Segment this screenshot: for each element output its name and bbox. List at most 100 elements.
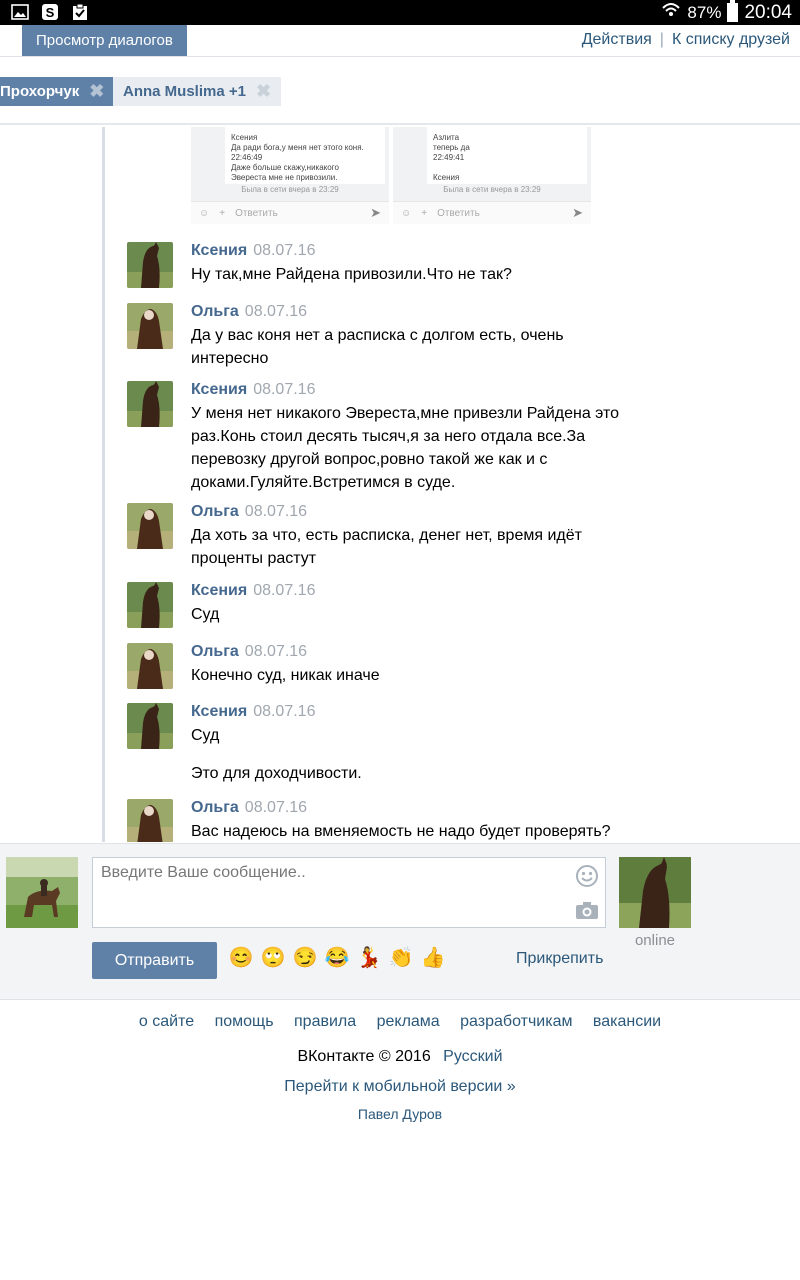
- dialog-tab-anna-muslima[interactable]: Anna Muslima +1 ✖: [113, 77, 282, 106]
- camera-icon[interactable]: [575, 900, 599, 920]
- message-author[interactable]: Ксения 08.07.16: [191, 242, 315, 260]
- message-input[interactable]: Введите Ваше сообщение..: [92, 857, 606, 928]
- actions-link[interactable]: Действия: [582, 31, 652, 49]
- screenshot-author: Азлита: [433, 133, 460, 142]
- screenshot-line: теперь да: [433, 143, 470, 152]
- message-author[interactable]: Ольга 08.07.16: [191, 303, 307, 321]
- message-text: Ну так,мне Райдена привозили.Что не так?: [191, 266, 512, 283]
- battery-percent: 87%: [687, 2, 722, 22]
- screenshot-author: Ксения: [231, 133, 258, 142]
- message-history[interactable]: Ксения Да ради бога,у меня нет этого кон…: [0, 127, 800, 842]
- screenshot-line: Даже больше скажу,никакого: [231, 163, 339, 172]
- peer-avatar[interactable]: [619, 857, 691, 928]
- smirk-emoji-icon[interactable]: 😏: [292, 945, 318, 971]
- smile-icon: ☺: [401, 207, 412, 219]
- screenshot-line: 22:49:41: [433, 153, 465, 162]
- tears-of-joy-emoji-icon[interactable]: 😂: [324, 945, 350, 971]
- skype-icon: S: [40, 3, 60, 21]
- screenshot-line: Эвереста мне не привозили.: [231, 173, 338, 182]
- attach-link[interactable]: Прикрепить: [516, 950, 603, 968]
- online-status: online: [634, 932, 676, 949]
- emoji-icon[interactable]: [575, 864, 599, 888]
- close-icon[interactable]: ✖: [89, 81, 104, 102]
- screenshot-line: Ксения: [433, 173, 460, 182]
- message-text: Конечно суд, никак иначе: [191, 667, 380, 684]
- screenshot-bubble: Азлита теперь да 22:49:41 Ксения: [427, 127, 587, 184]
- footer-link-jobs[interactable]: вакансии: [593, 1013, 661, 1030]
- message-author[interactable]: Ксения 08.07.16: [191, 582, 315, 600]
- mobile-version-link[interactable]: Перейти к мобильной версии »: [0, 1078, 800, 1096]
- avatar-olga[interactable]: [127, 799, 173, 842]
- author-name: Ольга: [191, 643, 239, 660]
- smile-icon: ☺: [199, 207, 210, 219]
- avatar-olga[interactable]: [127, 643, 173, 689]
- dancer-emoji-icon[interactable]: 💃: [356, 945, 382, 971]
- gallery-icon: [10, 3, 30, 21]
- dialog-tab-label: Прохорчук: [0, 83, 80, 100]
- message-input-placeholder: Введите Ваше сообщение..: [101, 864, 306, 881]
- message-date: 08.07.16: [253, 703, 316, 720]
- screenshot-line: [433, 163, 581, 173]
- founder-link[interactable]: Павел Дуров: [0, 1106, 800, 1122]
- svg-text:S: S: [46, 5, 55, 20]
- message-author[interactable]: Ольга 08.07.16: [191, 799, 307, 817]
- status-bar: S 87% 20:04: [0, 0, 800, 25]
- avatar-olga[interactable]: [127, 503, 173, 549]
- tab-dialogs-view[interactable]: Просмотр диалогов: [22, 25, 187, 56]
- screenshot-seen: Была в сети вчера в 23:29: [241, 185, 339, 194]
- send-button[interactable]: Отправить: [92, 942, 217, 979]
- dialog-tab-prokhorchuk[interactable]: Прохорчук ✖: [0, 77, 115, 106]
- author-name: Ксения: [191, 242, 248, 259]
- plus-icon: +: [421, 207, 428, 219]
- footer-link-ads[interactable]: реклама: [377, 1013, 440, 1030]
- eye-roll-emoji-icon[interactable]: 🙄: [260, 945, 286, 971]
- message-text: Да хоть за что, есть расписка, денег нет…: [191, 527, 582, 567]
- footer-link-help[interactable]: помощь: [215, 1013, 274, 1030]
- screenshot-reply-bar: ☺ + Ответить ➤: [191, 201, 389, 224]
- author-name: Ксения: [191, 582, 248, 599]
- message-date: 08.07.16: [244, 503, 308, 520]
- message-author[interactable]: Ксения 08.07.16: [191, 703, 315, 721]
- avatar-ksenia[interactable]: [127, 703, 173, 749]
- author-name: Ксения: [191, 381, 248, 398]
- avatar-olga[interactable]: [127, 303, 173, 349]
- footer-link-rules[interactable]: правила: [294, 1013, 356, 1030]
- message-author[interactable]: Ольга 08.07.16: [191, 503, 307, 521]
- nav-separator: |: [659, 31, 664, 48]
- footer-link-developers[interactable]: разработчикам: [460, 1013, 572, 1030]
- clapping-emoji-icon[interactable]: 👏: [388, 945, 414, 971]
- clipboard-check-icon: [70, 3, 90, 21]
- language-link[interactable]: Русский: [443, 1048, 502, 1065]
- wifi-icon: [661, 1, 681, 24]
- screenshot-reply: Ответить: [437, 207, 480, 219]
- message-author[interactable]: Ольга 08.07.16: [191, 643, 307, 661]
- message-text: Вас надеюсь на вменяемость не надо будет…: [191, 823, 611, 840]
- send-arrow-icon: ➤: [572, 205, 583, 220]
- close-icon[interactable]: ✖: [256, 81, 271, 102]
- attached-screenshot[interactable]: Ксения Да ради бога,у меня нет этого кон…: [191, 127, 389, 224]
- attached-screenshot[interactable]: Азлита теперь да 22:49:41 Ксения Была в …: [393, 127, 591, 224]
- avatar-ksenia[interactable]: [127, 582, 173, 628]
- footer-links: о сайте помощь правила реклама разработч…: [0, 1013, 800, 1031]
- avatar-ksenia[interactable]: [127, 242, 173, 288]
- copyright-text: ВКонтакте © 2016: [297, 1048, 431, 1065]
- message-composer: Введите Ваше сообщение.. online Отправит…: [0, 843, 800, 1000]
- thumbs-up-emoji-icon[interactable]: 👍: [420, 945, 446, 971]
- my-avatar[interactable]: [6, 857, 78, 928]
- author-name: Ольга: [191, 503, 239, 520]
- avatar-ksenia[interactable]: [127, 381, 173, 427]
- footer-link-about[interactable]: о сайте: [139, 1013, 194, 1030]
- message-text: Да у вас коня нет а расписка с долгом ес…: [191, 327, 564, 367]
- screenshot-seen: Была в сети вчера в 23:29: [443, 185, 541, 194]
- message-text-extra: Это для доходчивости.: [191, 765, 362, 782]
- message-date: 08.07.16: [253, 582, 316, 599]
- message-text: Суд: [191, 606, 220, 623]
- friends-list-link[interactable]: К списку друзей: [672, 31, 790, 49]
- battery-icon: [727, 0, 739, 22]
- message-text: У меня нет никакого Эвереста,мне привезл…: [191, 405, 620, 491]
- smile-emoji-icon[interactable]: 😊: [228, 945, 254, 971]
- message-date: 08.07.16: [253, 242, 316, 259]
- screenshot-bubble: Ксения Да ради бога,у меня нет этого кон…: [225, 127, 385, 184]
- screenshot-reply: Ответить: [235, 207, 278, 219]
- message-author[interactable]: Ксения 08.07.16: [191, 381, 315, 399]
